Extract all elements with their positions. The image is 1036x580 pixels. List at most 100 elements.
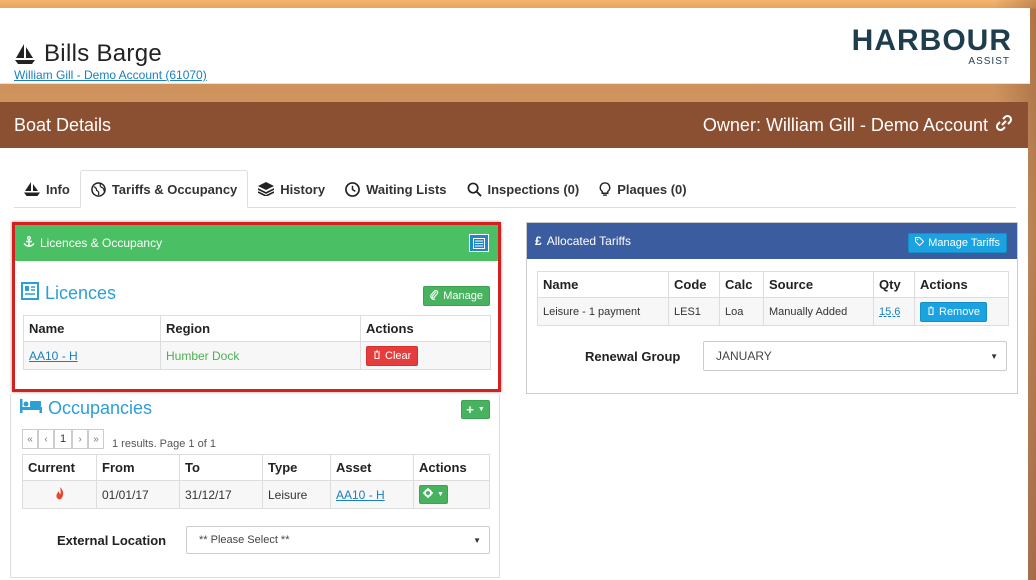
col-region: Region [160, 315, 361, 342]
tab-info[interactable]: Info [14, 170, 80, 208]
occupancy-asset-cell: AA10 - H [330, 480, 414, 509]
pager-last[interactable]: » [88, 429, 104, 449]
tariff-name: Leisure - 1 payment [537, 297, 669, 326]
manage-tariffs-label: Manage Tariffs [928, 237, 1000, 249]
licences-panel: Licences & Occupancy Licences Manage Nam… [12, 222, 501, 392]
licence-name-cell: AA10 - H [23, 341, 161, 370]
pound-icon: £ [535, 234, 542, 248]
document-icon [473, 237, 485, 249]
paperclip-icon [430, 289, 439, 303]
plus-icon: + [466, 402, 474, 417]
occupancy-from: 01/01/17 [96, 480, 180, 509]
chevron-down-icon: ▼ [990, 352, 998, 361]
tag-icon [915, 237, 925, 249]
bed-icon [20, 398, 42, 419]
account-link[interactable]: William Gill - Demo Account (61070) [14, 68, 207, 82]
lightbulb-icon [599, 181, 611, 197]
licences-table-wrap: Name Region Actions AA10 - H Humber Dock… [23, 315, 491, 370]
col-name: Name [23, 315, 161, 342]
trash-icon [373, 350, 381, 362]
licence-card-icon [21, 282, 39, 305]
clear-label: Clear [385, 349, 412, 362]
col-actions: Actions [413, 454, 490, 481]
licences-title-text: Licences [45, 283, 117, 303]
tab-label: Tariffs & Occupancy [111, 181, 238, 197]
logo-sub: ASSIST [968, 56, 1010, 67]
logo-word: HARBOUR [851, 24, 1012, 57]
anchor-icon [23, 235, 35, 251]
sailboat-icon [14, 43, 36, 65]
pager-info: 1 results. Page 1 of 1 [112, 438, 216, 450]
external-location-select[interactable]: ** Please Select ** ▼ [186, 526, 490, 554]
tab-label: Inspections (0) [487, 181, 580, 197]
col-asset: Asset [330, 454, 414, 481]
external-location-value: ** Please Select ** [199, 534, 290, 546]
tariff-qty-cell: 15.6 [873, 297, 915, 326]
boat-icon [24, 182, 40, 196]
top-bar: Bills Barge William Gill - Demo Account … [0, 8, 1030, 84]
tariff-source: Manually Added [763, 297, 874, 326]
current-cell [22, 480, 97, 509]
caret-down-icon: ▼ [477, 406, 485, 413]
fire-icon [55, 486, 65, 503]
occupancy-settings-button[interactable]: ▼ [419, 485, 448, 504]
manage-tariffs-button[interactable]: Manage Tariffs [908, 233, 1007, 253]
renewal-group-label: Renewal Group [585, 349, 681, 364]
licences-header-row: Name Region Actions [23, 315, 491, 342]
chevron-down-icon: ▼ [473, 536, 481, 545]
occupancies-table-wrap: Current From To Type Asset Actions 01/01… [22, 454, 490, 509]
boat-details-title: Boat Details [14, 114, 112, 135]
clock-icon [345, 181, 360, 197]
pager-current[interactable]: 1 [54, 429, 72, 449]
tariff-calc: Loa [719, 297, 764, 326]
col-actions: Actions [360, 315, 491, 342]
col-current: Current [22, 454, 97, 481]
trash-icon [927, 306, 935, 318]
occupancies-table: Current From To Type Asset Actions 01/01… [22, 454, 490, 509]
add-occupancy-button[interactable]: + ▼ [461, 400, 490, 419]
renewal-group-select[interactable]: JANUARY ▼ [703, 341, 1007, 371]
manage-licences-button[interactable]: Manage [423, 286, 490, 306]
col-qty: Qty [873, 271, 915, 298]
boat-name: Bills Barge [44, 40, 163, 67]
manage-label: Manage [443, 290, 483, 302]
licences-panel-heading: Licences & Occupancy [40, 236, 163, 250]
clear-button[interactable]: Clear [366, 345, 419, 366]
licences-table: Name Region Actions AA10 - H Humber Dock… [23, 315, 491, 370]
col-source: Source [763, 271, 874, 298]
pager-next[interactable]: › [72, 429, 88, 449]
renewal-group-value: JANUARY [716, 349, 772, 363]
link-icon[interactable] [994, 113, 1014, 138]
pagination: « ‹ 1 › » 1 results. Page 1 of 1 [22, 428, 216, 450]
licence-name-link[interactable]: AA10 - H [29, 349, 78, 363]
tariff-qty[interactable]: 15.6 [879, 306, 900, 318]
col-calc: Calc [719, 271, 764, 298]
remove-tariff-button[interactable]: Remove [920, 301, 987, 322]
boat-name-heading: Bills Barge [14, 40, 162, 68]
tab-history[interactable]: History [248, 170, 335, 208]
tariffs-header-row: Name Code Calc Source Qty Actions [537, 271, 1009, 298]
col-from: From [96, 454, 180, 481]
pager-first[interactable]: « [22, 429, 38, 449]
owner-text: Owner: William Gill - Demo Account [702, 114, 988, 135]
allocated-tariffs-header: £ Allocated Tariffs Manage Tariffs [527, 223, 1017, 259]
tab-inspections[interactable]: Inspections (0) [457, 170, 590, 208]
tab-tariffs-occupancy[interactable]: Tariffs & Occupancy [79, 170, 249, 208]
table-row: Leisure - 1 payment LES1 Loa Manually Ad… [537, 297, 1009, 326]
pager-prev[interactable]: ‹ [38, 429, 54, 449]
tab-label: Waiting Lists [366, 181, 447, 197]
allocated-tariffs-panel: £ Allocated Tariffs Manage Tariffs Name … [526, 222, 1018, 394]
occupancy-to: 31/12/17 [179, 480, 263, 509]
tab-plaques[interactable]: Plaques (0) [589, 170, 696, 208]
occupancies-title-text: Occupancies [48, 398, 153, 418]
globe-icon [91, 181, 106, 197]
occupancy-asset-link[interactable]: AA10 - H [336, 488, 385, 502]
table-row: AA10 - H Humber Dock Clear [23, 341, 491, 370]
document-button[interactable] [469, 234, 489, 252]
remove-label: Remove [939, 305, 980, 318]
tariff-actions-cell: Remove [914, 297, 1009, 326]
licences-panel-header: Licences & Occupancy [15, 225, 498, 261]
tab-waiting-lists[interactable]: Waiting Lists [335, 170, 456, 208]
gear-icon [423, 488, 434, 501]
occupancies-title: Occupancies [20, 398, 152, 419]
